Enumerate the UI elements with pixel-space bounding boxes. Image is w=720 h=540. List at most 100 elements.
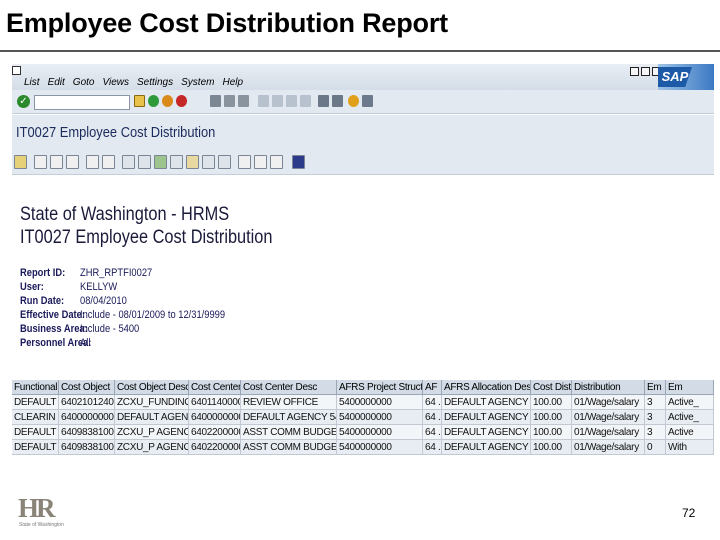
menu-edit[interactable]: Edit bbox=[48, 77, 65, 88]
column-header[interactable]: AFRS Allocation Desc bbox=[442, 380, 531, 395]
table-cell: 64098381000 bbox=[59, 425, 115, 440]
page-number: 72 bbox=[682, 506, 696, 520]
info-label: Run Date: bbox=[20, 295, 65, 307]
nav-icons bbox=[134, 95, 187, 107]
sort-ascending-icon[interactable] bbox=[34, 155, 47, 169]
table-cell: 64021012400 bbox=[59, 395, 115, 410]
table-cell: 100.00 bbox=[531, 395, 572, 410]
table-row[interactable]: DEFAULT .. 64098381000 ZCXU_P AGENCY ...… bbox=[12, 425, 714, 440]
select-layout-icon[interactable] bbox=[254, 155, 267, 169]
previous-page-icon[interactable] bbox=[272, 95, 283, 107]
window-menu-icon[interactable] bbox=[12, 66, 21, 75]
table-cell: DEFAULT .. bbox=[12, 395, 59, 410]
table-cell: 6400000000 bbox=[189, 410, 241, 425]
column-header[interactable]: Em bbox=[645, 380, 666, 395]
column-header[interactable]: AFRS Project Structure bbox=[337, 380, 423, 395]
save-icon[interactable] bbox=[134, 95, 145, 107]
table-cell: 0 bbox=[645, 440, 666, 455]
shortcut-icon[interactable] bbox=[332, 95, 343, 107]
details-icon[interactable] bbox=[14, 155, 27, 169]
next-page-icon[interactable] bbox=[286, 95, 297, 107]
menu-system[interactable]: System bbox=[181, 77, 214, 88]
cancel-icon[interactable] bbox=[176, 95, 187, 107]
find-icon[interactable] bbox=[224, 95, 235, 107]
exit-icon[interactable] bbox=[162, 95, 173, 107]
column-header[interactable]: Cost Object Desc bbox=[115, 380, 189, 395]
spreadsheet-icon[interactable] bbox=[154, 155, 167, 169]
slide-title: Employee Cost Distribution Report bbox=[6, 8, 448, 38]
table-cell: Active bbox=[666, 425, 714, 440]
sort-descending-icon[interactable] bbox=[50, 155, 63, 169]
help-icons bbox=[348, 95, 373, 107]
table-cell: DEFAULT .. bbox=[12, 425, 59, 440]
column-header[interactable]: Distribution bbox=[572, 380, 645, 395]
table-cell: DEFAULT .. bbox=[12, 440, 59, 455]
filter-icon[interactable] bbox=[66, 155, 79, 169]
change-layout-icon[interactable] bbox=[238, 155, 251, 169]
menu-items: List Edit Goto Views Settings System Hel… bbox=[24, 77, 243, 88]
graphic-icon[interactable] bbox=[202, 155, 215, 169]
cost-distribution-grid: Functional Cost Object Cost Object Desc … bbox=[12, 380, 714, 455]
table-row[interactable]: CLEARIN .. 6400000000 DEFAULT AGENC.. 64… bbox=[12, 410, 714, 425]
table-row[interactable]: DEFAULT .. 64098381000 ZCXU_P AGENCY ...… bbox=[12, 440, 714, 455]
info-value: Include - 5400 bbox=[80, 323, 140, 335]
print-icon[interactable] bbox=[210, 95, 221, 107]
column-header[interactable]: Cost Dist bbox=[531, 380, 572, 395]
info-row-run-date: Run Date: 08/04/2010 bbox=[20, 294, 251, 308]
table-cell: CLEARIN .. bbox=[12, 410, 59, 425]
column-header[interactable]: Functional bbox=[12, 380, 59, 395]
first-page-icon[interactable] bbox=[258, 95, 269, 107]
table-cell: DEFAULT AGENCY 540 bbox=[442, 395, 531, 410]
column-header[interactable]: Cost Object bbox=[59, 380, 115, 395]
table-cell: Active_ bbox=[666, 410, 714, 425]
info-value: KELLYW bbox=[80, 281, 118, 293]
back-icon[interactable] bbox=[148, 95, 159, 107]
hr-logo: HR State of Washington bbox=[18, 494, 78, 530]
save-layout-icon[interactable] bbox=[270, 155, 283, 169]
table-cell: DEFAULT AGENC.. bbox=[115, 410, 189, 425]
report-heading: State of Washington - HRMS IT0027 Employ… bbox=[20, 203, 272, 249]
command-field[interactable] bbox=[34, 95, 130, 110]
maximize-icon[interactable] bbox=[641, 67, 650, 76]
alv-icons bbox=[14, 155, 305, 169]
help-icon[interactable] bbox=[348, 95, 359, 107]
sap-window: List Edit Goto Views Settings System Hel… bbox=[12, 64, 714, 470]
menu-help[interactable]: Help bbox=[222, 77, 243, 88]
table-cell: Active_ bbox=[666, 395, 714, 410]
table-cell: 01/Wage/salary bbox=[572, 440, 645, 455]
minimize-icon[interactable] bbox=[630, 67, 639, 76]
word-processing-icon[interactable] bbox=[138, 155, 151, 169]
report-heading-line1: State of Washington - HRMS bbox=[20, 204, 230, 225]
column-header[interactable]: AF bbox=[423, 380, 442, 395]
sum-icon[interactable] bbox=[86, 155, 99, 169]
table-cell: ZCXU_P AGENCY ... bbox=[115, 425, 189, 440]
sap-logo: SAP bbox=[658, 64, 714, 90]
table-cell: ZCXU_P AGENCY ... bbox=[115, 440, 189, 455]
last-page-icon[interactable] bbox=[300, 95, 311, 107]
menu-goto[interactable]: Goto bbox=[73, 77, 95, 88]
menu-views[interactable]: Views bbox=[102, 77, 129, 88]
table-cell: 64 .. bbox=[423, 410, 442, 425]
local-file-icon[interactable] bbox=[170, 155, 183, 169]
table-row[interactable]: DEFAULT .. 64021012400 ZCXU_FUNDING ... … bbox=[12, 395, 714, 410]
info-label: Personnel Area: bbox=[20, 337, 92, 349]
mail-icon[interactable] bbox=[186, 155, 199, 169]
find-next-icon[interactable] bbox=[238, 95, 249, 107]
new-session-icon[interactable] bbox=[318, 95, 329, 107]
report-content: State of Washington - HRMS IT0027 Employ… bbox=[12, 175, 714, 470]
enter-check-icon[interactable]: ✓ bbox=[17, 95, 30, 108]
column-header[interactable]: Cost Center Desc bbox=[241, 380, 337, 395]
table-cell: 6402200000 bbox=[189, 440, 241, 455]
subtotal-icon[interactable] bbox=[102, 155, 115, 169]
layout-menu-icon[interactable] bbox=[362, 95, 373, 107]
column-header[interactable]: Em bbox=[666, 380, 714, 395]
menu-list[interactable]: List bbox=[24, 77, 40, 88]
print-preview-icon[interactable] bbox=[122, 155, 135, 169]
window-controls bbox=[630, 67, 661, 76]
abc-analysis-icon[interactable] bbox=[218, 155, 231, 169]
table-cell: 3 bbox=[645, 395, 666, 410]
column-header[interactable]: Cost Center bbox=[189, 380, 241, 395]
print-find-icons bbox=[210, 95, 249, 107]
menu-settings[interactable]: Settings bbox=[137, 77, 173, 88]
information-icon[interactable] bbox=[292, 155, 305, 169]
